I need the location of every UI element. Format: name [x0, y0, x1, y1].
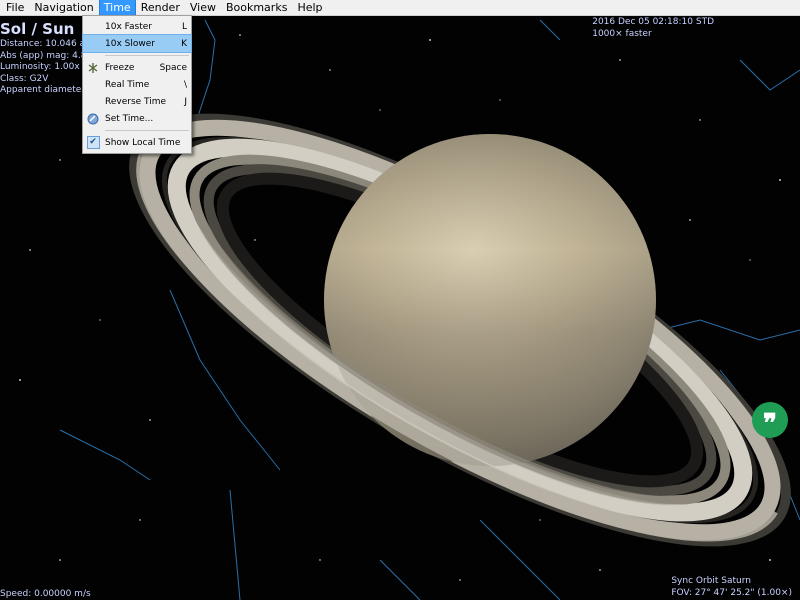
- menu-time[interactable]: Time: [98, 0, 136, 16]
- menu-item-reverse-time[interactable]: Reverse Time J: [83, 93, 191, 110]
- menu-item-real-time[interactable]: Real Time \: [83, 76, 191, 93]
- menu-item-show-local-time[interactable]: ✔ Show Local Time: [83, 134, 191, 151]
- shortcut-label: Space: [159, 62, 187, 73]
- empty-icon-slot: [83, 35, 103, 52]
- shortcut-label: L: [181, 21, 187, 32]
- menu-item-freeze[interactable]: Freeze Space: [83, 59, 191, 76]
- speed-readout: Speed: 0.00000 m/s: [0, 589, 91, 599]
- menu-item-set-time[interactable]: Set Time...: [83, 110, 191, 127]
- time-menu-dropdown: 10x Faster L 10x Slower K Freeze Space R…: [82, 15, 192, 154]
- sync-mode-label: Sync Orbit Saturn: [671, 576, 751, 586]
- menu-item-label: Real Time: [105, 79, 150, 90]
- menu-item-10x-slower[interactable]: 10x Slower K: [82, 34, 192, 53]
- menu-bookmarks[interactable]: Bookmarks: [222, 0, 291, 15]
- set-time-icon: [83, 110, 103, 127]
- menu-navigation[interactable]: Navigation: [30, 0, 97, 15]
- view-status-panel: Sync Orbit Saturn FOV: 27° 47' 25.2" (1.…: [671, 576, 792, 599]
- empty-icon-slot: [83, 18, 103, 35]
- menu-help[interactable]: Help: [293, 0, 326, 15]
- shortcut-label: K: [181, 38, 187, 49]
- menu-bar: File Navigation Time Render View Bookmar…: [0, 0, 800, 16]
- fov-readout: FOV: 27° 47' 25.2" (1.00×): [671, 587, 792, 598]
- checkbox-checked-icon: ✔: [83, 134, 103, 151]
- quote-chat-button[interactable]: ❞: [752, 402, 788, 439]
- empty-icon-slot: [83, 93, 103, 110]
- menu-item-label: Set Time...: [105, 113, 154, 124]
- menu-separator: [105, 130, 189, 131]
- menu-item-10x-faster[interactable]: 10x Faster L: [83, 18, 191, 35]
- time-info-panel: 2016 Dec 05 02:18:10 STD 1000× faster: [592, 17, 714, 40]
- menu-item-label: Reverse Time: [105, 96, 167, 107]
- menu-render[interactable]: Render: [137, 0, 184, 15]
- shortcut-label: \: [183, 79, 187, 90]
- menu-item-label: Freeze: [105, 62, 135, 73]
- simulation-datetime: 2016 Dec 05 02:18:10 STD: [592, 17, 714, 27]
- time-rate: 1000× faster: [592, 28, 652, 39]
- freeze-icon: [83, 59, 103, 76]
- menu-item-label: 10x Faster: [105, 21, 152, 32]
- menu-file[interactable]: File: [2, 0, 28, 15]
- menu-item-label: 10x Slower: [105, 38, 155, 49]
- menu-separator: [105, 55, 189, 56]
- menu-item-label: Show Local Time: [105, 137, 181, 148]
- shortcut-label: J: [184, 96, 187, 107]
- menu-view[interactable]: View: [186, 0, 220, 15]
- empty-icon-slot: [83, 76, 103, 93]
